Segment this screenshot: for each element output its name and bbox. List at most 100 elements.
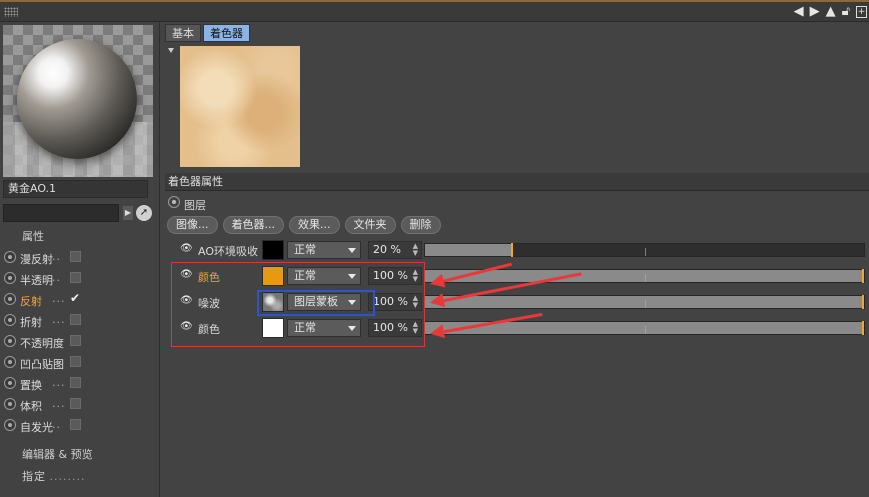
collapse-triangle-icon[interactable]	[168, 48, 174, 53]
slider-knob[interactable]	[862, 295, 864, 309]
layer-name: AO环境吸收	[198, 245, 258, 258]
layer-row[interactable]: 👁︎ AO环境吸收 正常 20 % ▲ ▼	[180, 240, 865, 260]
channel-item[interactable]: 置换...	[4, 373, 154, 394]
opacity-slider[interactable]	[424, 269, 865, 283]
channel-item[interactable]: 反射... ✔	[4, 289, 154, 310]
arrow-right-icon[interactable]: ▶	[810, 4, 820, 20]
channel-checkbox[interactable]	[70, 377, 81, 388]
chevron-right-icon[interactable]: ▶	[123, 206, 133, 220]
shader-panel: 基本 着色器 着色器属性 图层 图像... 着色器... 效果... 文件夹 删除 👁︎ A…	[161, 22, 869, 497]
slider-midmark	[644, 300, 646, 308]
blend-mode-select[interactable]: 正常	[287, 241, 361, 259]
channel-label: 漫反射	[20, 253, 53, 266]
layer-button-row: 图像... 着色器... 效果... 文件夹 删除	[167, 216, 441, 234]
channel-dots: ...	[52, 376, 66, 389]
channel-checkbox[interactable]	[70, 251, 81, 262]
opacity-slider[interactable]	[424, 295, 865, 309]
material-panel: 黄金AO.1 ▶ ➚ 属性 漫反射.. 半透明.. 反射... ✔ 折射... 不透明度凹…	[0, 22, 160, 497]
channel-item[interactable]: 漫反射..	[4, 247, 154, 268]
channel-dots: ...	[52, 313, 66, 326]
slider-midmark	[644, 248, 646, 256]
channel-checkbox[interactable]	[70, 398, 81, 409]
channel-item[interactable]: 自发光..	[4, 415, 154, 436]
tab-1[interactable]: 着色器	[203, 24, 250, 42]
channel-radio[interactable]	[4, 356, 16, 368]
slider-fill	[425, 244, 513, 256]
channel-dots: ...	[52, 292, 66, 305]
slider-knob[interactable]	[510, 243, 513, 257]
channel-label: 不透明度	[20, 337, 64, 350]
search-row: ▶ ➚	[3, 204, 155, 224]
tab-0[interactable]: 基本	[165, 24, 201, 42]
layer-button-3[interactable]: 文件夹	[344, 216, 396, 234]
channel-item[interactable]: 凹凸贴图	[4, 352, 154, 373]
channel-radio[interactable]	[4, 335, 16, 347]
chevron-down-icon	[348, 248, 356, 253]
channel-radio[interactable]	[4, 419, 16, 431]
assign-dots: ........	[49, 470, 86, 483]
arrow-left-icon[interactable]: ◀	[794, 4, 804, 20]
layer-button-4[interactable]: 删除	[400, 216, 441, 234]
channel-list: 漫反射.. 半透明.. 反射... ✔ 折射... 不透明度 凹凸贴图 置换... 体积... 自…	[4, 247, 154, 436]
channel-label: 置换	[20, 379, 42, 392]
slider-knob[interactable]	[862, 269, 864, 283]
opacity-field[interactable]: 20 % ▲ ▼	[368, 241, 422, 259]
slider-midmark	[644, 326, 646, 334]
channel-label: 反射	[20, 295, 42, 308]
channel-label: 折射	[20, 316, 42, 329]
assign-item[interactable]: 指定 ........	[22, 468, 85, 484]
channel-dots: ..	[52, 250, 61, 263]
channel-dots: ..	[52, 271, 61, 284]
layer-swatch[interactable]	[262, 240, 284, 260]
top-toolbar: ◀ ▶ ▲ 🔓︎ +	[0, 0, 869, 22]
layer-radio[interactable]	[168, 196, 180, 208]
spinner-icon[interactable]: ▲ ▼	[413, 243, 418, 257]
channel-radio[interactable]	[4, 377, 16, 389]
channel-dots: ...	[52, 397, 66, 410]
preview-sphere	[17, 39, 137, 159]
channel-dots: ..	[52, 418, 61, 431]
channel-radio[interactable]	[4, 314, 16, 326]
channel-label: 自发光	[20, 421, 53, 434]
section-header: 着色器属性	[165, 173, 869, 191]
grip-icon[interactable]	[4, 7, 18, 17]
channel-item[interactable]: 不透明度	[4, 331, 154, 352]
channel-radio[interactable]	[4, 398, 16, 410]
channel-item[interactable]: 折射...	[4, 310, 154, 331]
channel-label: 凹凸贴图	[20, 358, 64, 371]
pick-icon[interactable]: ➚	[136, 205, 152, 221]
channel-item[interactable]: 半透明..	[4, 268, 154, 289]
editor-preview-item[interactable]: 编辑器 & 预览	[22, 446, 93, 462]
lock-icon[interactable]: 🔓︎	[842, 4, 850, 20]
layer-button-0[interactable]: 图像...	[167, 216, 218, 234]
layer-button-1[interactable]: 着色器...	[222, 216, 284, 234]
slider-knob[interactable]	[862, 321, 864, 335]
channel-item[interactable]: 体积...	[4, 394, 154, 415]
channel-label: 半透明	[20, 274, 53, 287]
material-preview[interactable]	[3, 25, 153, 177]
highlight-box-blue	[257, 290, 375, 316]
material-name-field[interactable]: 黄金AO.1	[3, 180, 148, 198]
layer-button-2[interactable]: 效果...	[289, 216, 340, 234]
channel-checkbox[interactable]	[70, 335, 81, 346]
channel-checkbox[interactable]	[70, 356, 81, 367]
blend-mode-value: 正常	[294, 243, 316, 256]
assign-label: 指定	[22, 470, 46, 483]
top-icon-group: ◀ ▶ ▲ 🔓︎ +	[794, 4, 867, 20]
tab-bar: 基本 着色器	[165, 24, 250, 42]
opacity-slider[interactable]	[424, 243, 865, 257]
layer-label: 图层	[184, 199, 206, 212]
search-input[interactable]	[3, 204, 119, 222]
cursor-icon[interactable]: ▲	[826, 4, 836, 20]
channel-radio[interactable]	[4, 272, 16, 284]
channel-radio[interactable]	[4, 251, 16, 263]
channel-radio[interactable]	[4, 293, 16, 305]
attributes-title: 属性	[22, 230, 44, 243]
channel-checkbox[interactable]	[70, 272, 81, 283]
checkmark-icon[interactable]: ✔	[70, 292, 81, 304]
channel-label: 体积	[20, 400, 42, 413]
channel-checkbox[interactable]	[70, 314, 81, 325]
channel-checkbox[interactable]	[70, 419, 81, 430]
eye-icon[interactable]: 👁︎	[180, 244, 193, 254]
new-window-icon[interactable]: +	[856, 6, 867, 18]
